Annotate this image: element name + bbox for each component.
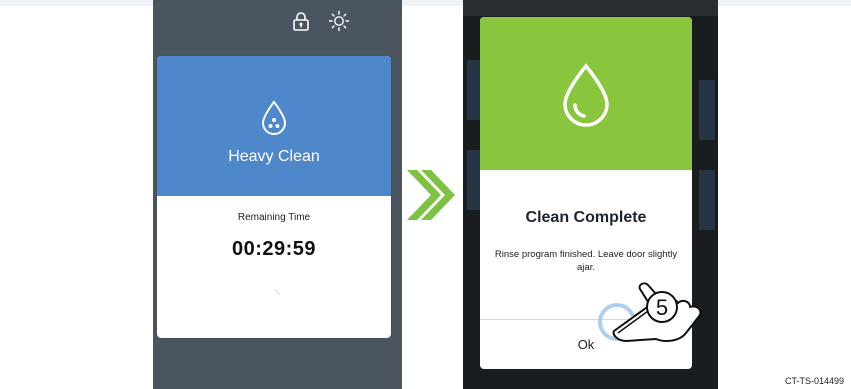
lock-icon[interactable] bbox=[292, 11, 310, 31]
program-name: Heavy Clean bbox=[228, 148, 320, 165]
running-program-screen: Heavy Clean Remaining Time 00:29:59 bbox=[153, 0, 402, 389]
dialog-message: Rinse program finished. Leave door sligh… bbox=[494, 249, 678, 273]
background-tile bbox=[699, 170, 715, 230]
background-status-bar bbox=[463, 0, 718, 16]
water-drop-dots-icon bbox=[259, 100, 289, 141]
dialog-title: Clean Complete bbox=[525, 209, 647, 226]
remaining-time-value: 00:29:59 bbox=[231, 238, 317, 260]
program-header: Heavy Clean bbox=[157, 56, 391, 196]
document-code: CT-TS-014499 bbox=[785, 376, 845, 386]
status-icons bbox=[292, 10, 350, 32]
background-tile bbox=[699, 80, 715, 140]
pointing-hand-icon: 5 bbox=[606, 275, 716, 352]
remaining-time-label: Remaining Time bbox=[237, 212, 311, 223]
double-chevron-right-icon bbox=[405, 166, 457, 229]
dialog-header bbox=[480, 17, 692, 170]
loading-spinner-icon bbox=[268, 288, 280, 306]
program-card: Heavy Clean Remaining Time 00:29:59 bbox=[157, 56, 391, 338]
background-strip bbox=[0, 0, 851, 6]
brightness-icon[interactable] bbox=[328, 10, 350, 32]
step-number: 5 bbox=[656, 295, 668, 320]
water-drop-icon bbox=[559, 63, 613, 132]
